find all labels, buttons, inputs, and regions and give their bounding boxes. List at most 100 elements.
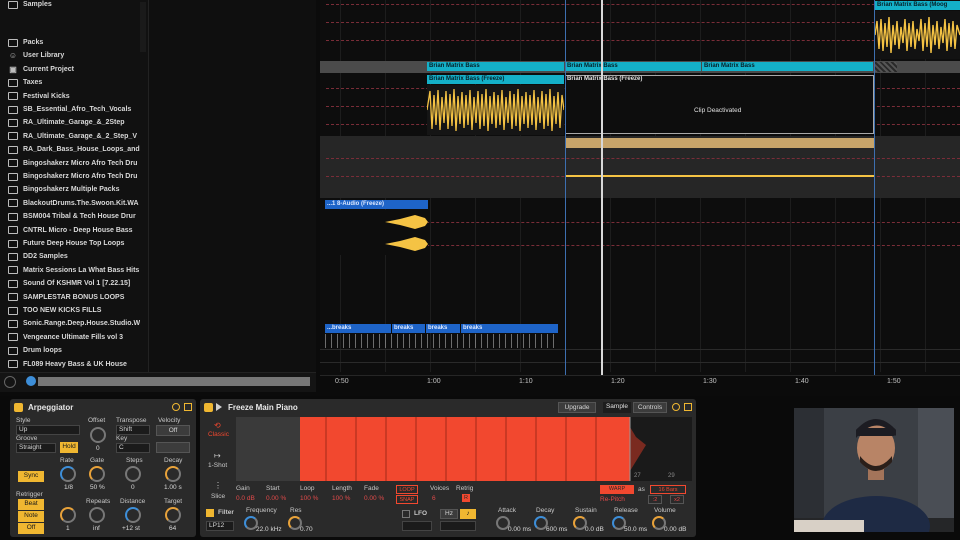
steps-knob[interactable] — [125, 466, 141, 482]
sample-param-value[interactable]: 100 % — [332, 495, 350, 502]
browser-item[interactable]: ▣ Current Project — [8, 63, 140, 76]
browser-item[interactable]: Sonic.Range.Deep.House.Studio.W — [8, 317, 140, 330]
clip-breaks-3[interactable]: breaks — [426, 324, 460, 333]
device-power-icon[interactable] — [204, 403, 213, 412]
clip-audio-freeze[interactable]: ...1 8-Audio (Freeze) — [325, 200, 428, 209]
browser-item[interactable]: CNTRL Micro - Deep House Bass — [8, 224, 140, 237]
browser-item[interactable]: Future Deep House Top Loops — [8, 237, 140, 250]
browser-item[interactable]: RA_Ultimate_Garage_&_2_Step_V — [8, 130, 140, 143]
clip-breaks-2[interactable]: breaks — [392, 324, 425, 333]
browser-item[interactable]: Bingoshakerz Multiple Packs — [8, 183, 140, 196]
device-hotswap-icon[interactable] — [672, 403, 680, 411]
transpose-select[interactable]: Shift — [116, 425, 150, 435]
browser-item[interactable]: RA_Dark_Bass_House_Loops_and — [8, 143, 140, 156]
double-tempo-button[interactable]: x2 — [670, 495, 684, 504]
clip-breaks-1[interactable]: ...breaks — [325, 324, 391, 333]
browser-item[interactable]: SB_Essential_Afro_Tech_Vocals — [8, 103, 140, 116]
bars-select[interactable]: 16 Bars — [650, 485, 686, 494]
loop-end-marker[interactable] — [874, 0, 875, 375]
preview-waveform-bar[interactable] — [38, 377, 310, 386]
filter-type-select[interactable]: LP12 — [206, 521, 234, 531]
velocity-toggle[interactable]: Off — [156, 425, 190, 436]
clip-bass-1[interactable]: Brian Matrix Bass — [427, 62, 564, 71]
browser-item[interactable]: RA_Ultimate_Garage_&_2Step — [8, 116, 140, 129]
clip-freeze-2-deactivated[interactable]: Brian Matrix Bass (Freeze) Clip Deactiva… — [565, 75, 874, 134]
mode-oneshot[interactable]: 1-Shot — [208, 462, 227, 469]
slice-mode-icon[interactable]: ⋮ — [214, 481, 222, 490]
half-tempo-button[interactable]: :2 — [648, 495, 662, 504]
repeats-knob[interactable] — [89, 507, 105, 523]
device-save-icon[interactable] — [684, 403, 692, 411]
mode-classic[interactable]: Classic — [208, 431, 229, 438]
upgrade-button[interactable]: Upgrade — [558, 402, 596, 413]
rate-knob[interactable] — [60, 466, 76, 482]
browser-content-column[interactable] — [148, 0, 316, 372]
gate-knob[interactable] — [89, 466, 105, 482]
time-ruler[interactable]: 0:50 1:00 1:10 1:20 1:30 1:40 1:50 — [320, 375, 960, 392]
preview-toggle-icon[interactable] — [26, 376, 36, 386]
velocity-target-field[interactable] — [156, 442, 190, 453]
browser-item[interactable]: Sound Of KSHMR Vol 1 [7.22.15] — [8, 277, 140, 290]
warp-mode-select[interactable]: Re-Pitch — [600, 496, 625, 503]
target-knob[interactable] — [165, 507, 181, 523]
browser-item[interactable]: TOO NEW KICKS FILLS — [8, 304, 140, 317]
clip-breaks-4[interactable]: breaks — [461, 324, 558, 333]
device-power-icon[interactable] — [14, 403, 23, 412]
browser-item[interactable]: Bingoshakerz Micro Afro Tech Dru — [8, 157, 140, 170]
style-select[interactable]: Up — [16, 425, 80, 435]
browser-item[interactable]: Bingoshakerz Micro Afro Tech Dru — [8, 170, 140, 183]
snap-button[interactable]: SNAP — [396, 495, 418, 504]
sample-param-value[interactable]: 0.0 dB — [236, 495, 255, 502]
voices-value[interactable]: 6 — [432, 495, 436, 502]
browser-item[interactable]: BlackoutDrums.The.Swoon.Kit.WA — [8, 197, 140, 210]
retrigger-note-button[interactable]: Note — [18, 511, 44, 522]
clip-freeze-1-waveform[interactable] — [427, 85, 564, 135]
sync-button[interactable]: Sync — [18, 471, 44, 482]
lfo-sync-button[interactable]: ♪ — [460, 509, 476, 519]
lfo-rate-field[interactable] — [440, 521, 476, 531]
browser-item[interactable]: BSM004 Tribal & Tech House Drur — [8, 210, 140, 223]
tab-sample[interactable]: Sample — [603, 402, 631, 413]
browser-item[interactable]: SAMPLESTAR BONUS LOOPS — [8, 291, 140, 304]
browser-item[interactable]: Taxes — [8, 76, 140, 89]
offset-knob[interactable] — [90, 427, 106, 443]
filter-toggle[interactable] — [206, 509, 214, 517]
browser-item[interactable]: FL089 Heavy Bass & UK House — [8, 358, 140, 371]
browser-scrollbar[interactable] — [140, 2, 146, 52]
browser-item[interactable]: Festival Kicks — [8, 90, 140, 103]
oneshot-mode-icon[interactable]: ↦ — [214, 451, 221, 460]
headphones-icon[interactable] — [4, 376, 16, 388]
hold-button[interactable]: Hold — [60, 442, 78, 453]
distance-knob[interactable] — [125, 507, 141, 523]
lfo-shape-select[interactable] — [402, 521, 432, 531]
tab-controls[interactable]: Controls — [633, 402, 667, 413]
browser-item[interactable]: Packs — [8, 36, 140, 49]
browser-item[interactable]: Vengeance Ultimate Fills vol 3 — [8, 331, 140, 344]
clip-bass-2[interactable]: Brian Matrix Bass — [565, 62, 701, 71]
clip-bass-3[interactable]: Brian Matrix Bass — [702, 62, 873, 71]
clip-freeze-1[interactable]: Brian Matrix Bass (Freeze) — [427, 75, 564, 84]
clip-audio-waveform[interactable] — [325, 210, 428, 255]
sample-param-value[interactable]: 0.00 % — [266, 495, 286, 502]
classic-mode-icon[interactable]: ⟲ — [214, 421, 221, 430]
clip-moog[interactable]: Brian Matrix Bass (Moog — [875, 1, 960, 10]
loop-start-marker[interactable] — [565, 0, 566, 375]
groove-select[interactable]: Straight — [16, 443, 56, 453]
device-hotswap-icon[interactable] — [172, 403, 180, 411]
sample-param-value[interactable]: 100 % — [300, 495, 318, 502]
play-icon[interactable] — [216, 403, 222, 411]
key-select[interactable]: C — [116, 443, 150, 453]
loop-button[interactable]: LOOP — [396, 485, 418, 494]
clip-deactivated-bar[interactable] — [565, 138, 874, 148]
sample-waveform[interactable]: 27 29 — [236, 417, 692, 481]
retrigger-knob[interactable] — [60, 507, 76, 523]
mode-slice[interactable]: Slice — [211, 493, 225, 500]
browser-item[interactable]: DD2 Samples — [8, 250, 140, 263]
playhead[interactable] — [601, 0, 603, 375]
clip-moog-waveform[interactable] — [875, 11, 960, 59]
warp-button[interactable]: WARP — [600, 485, 634, 494]
lfo-toggle[interactable] — [402, 510, 410, 518]
retrigger-off-button[interactable]: Off — [18, 523, 44, 534]
browser-item[interactable]: Matrix Sessions La What Bass Hits — [8, 264, 140, 277]
sample-param-value[interactable]: 0.00 % — [364, 495, 384, 502]
